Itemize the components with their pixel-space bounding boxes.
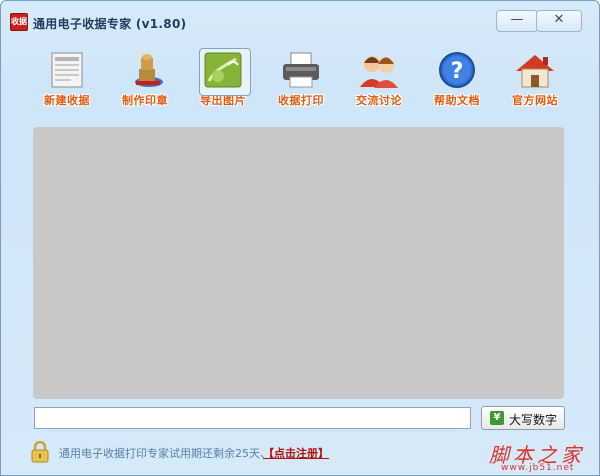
toolbar-label: 收据打印 xyxy=(278,94,324,107)
toolbar-label: 帮助文档 xyxy=(434,94,480,107)
convert-button-label: 大写数字 xyxy=(509,413,558,427)
site-watermark: 脚本之家 www.jb51.net xyxy=(479,439,597,475)
toolbar: 新建收据 制作印章 导出图片 收据打印 交流讨论 ? 帮助文档 官方网站 xyxy=(31,48,571,111)
main-window: 收据 通用电子收据专家 (v1.80) — ✕ 新建收据 制作印章 导出图片 收… xyxy=(0,0,600,476)
lock-icon xyxy=(31,441,49,463)
minimize-button[interactable]: — xyxy=(496,10,538,32)
convert-uppercase-button[interactable]: ¥ 大写数字 xyxy=(481,406,565,430)
title-bar[interactable]: 收据 通用电子收据专家 (v1.80) — ✕ xyxy=(1,1,599,35)
watermark-url: www.jb51.net xyxy=(501,463,575,473)
toolbar-label: 新建收据 xyxy=(44,94,90,107)
toolbar-label: 制作印章 xyxy=(122,94,168,107)
new-receipt-icon xyxy=(51,52,83,88)
trial-status-text: 通用电子收据打印专家试用期还剩余25天、 xyxy=(59,447,271,460)
toolbar-export-image[interactable]: 导出图片 xyxy=(187,48,259,111)
toolbar-home[interactable]: 官方网站 xyxy=(499,51,571,111)
toolbar-make-seal[interactable]: 制作印章 xyxy=(109,51,181,111)
toolbar-label: 官方网站 xyxy=(512,94,558,107)
window-title: 通用电子收据专家 (v1.80) xyxy=(33,17,187,31)
register-link[interactable]: 【点击注册】 xyxy=(263,445,329,461)
receipt-canvas[interactable] xyxy=(33,127,564,399)
yen-icon: ¥ xyxy=(490,411,504,425)
make-seal-icon xyxy=(135,54,163,87)
help-icon: ? xyxy=(439,52,475,88)
toolbar-print-receipt[interactable]: 收据打印 xyxy=(265,51,337,111)
toolbar-new-receipt[interactable]: 新建收据 xyxy=(31,51,103,111)
toolbar-help[interactable]: ? 帮助文档 xyxy=(421,51,493,111)
discussion-icon xyxy=(360,56,398,88)
export-image-icon xyxy=(204,52,242,88)
app-icon: 收据 xyxy=(10,13,28,31)
print-receipt-icon xyxy=(283,52,319,88)
toolbar-discussion[interactable]: 交流讨论 xyxy=(343,51,415,111)
svg-text:?: ? xyxy=(451,59,464,84)
amount-input[interactable] xyxy=(34,407,471,429)
toolbar-label: 交流讨论 xyxy=(356,94,402,107)
close-button[interactable]: ✕ xyxy=(536,10,582,32)
home-icon xyxy=(516,55,554,88)
